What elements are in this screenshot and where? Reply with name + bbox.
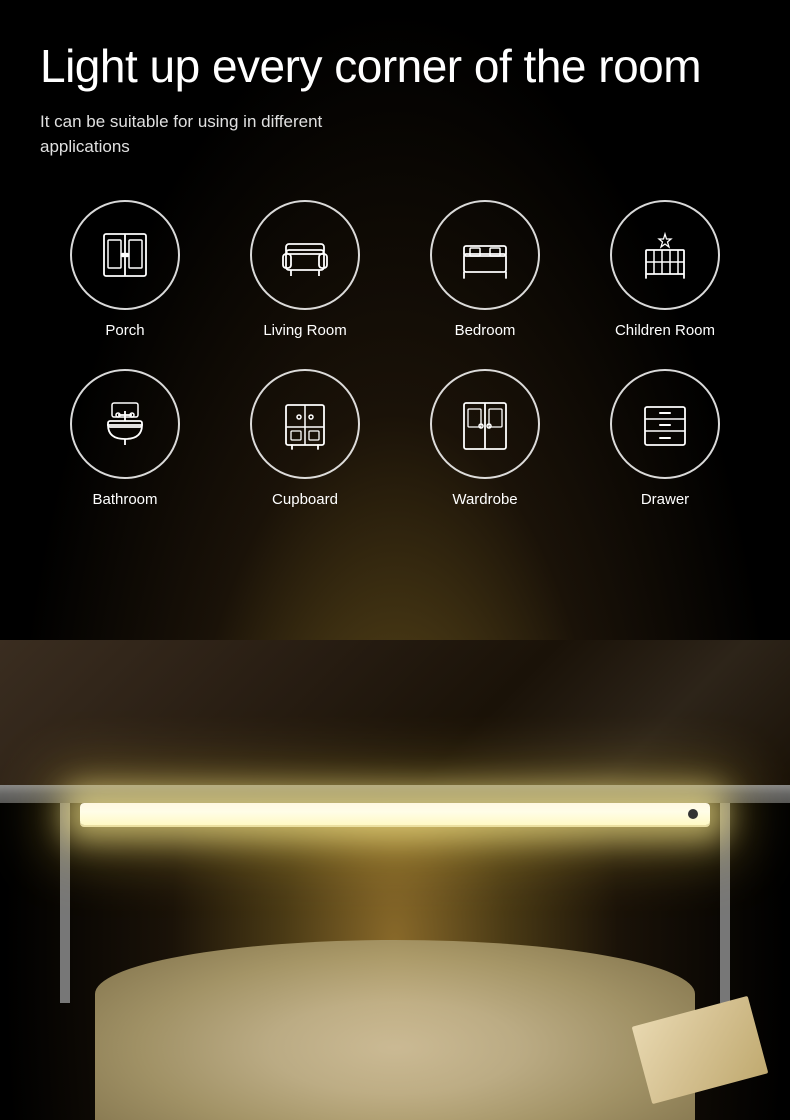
main-content: Light up every corner of the room It can… [0,0,790,508]
porch-icon [96,226,154,284]
porch-label: Porch [105,322,144,339]
bedroom-icon [456,226,514,284]
drawer-label: Drawer [641,491,689,508]
bedding [0,640,790,785]
children-room-icon [636,226,694,284]
bed-scene [0,640,790,1120]
wardrobe-icon [456,395,514,453]
icon-item-bathroom: Bathroom [40,369,210,508]
cupboard-label: Cupboard [272,491,338,508]
icon-item-drawer: Drawer [580,369,750,508]
cupboard-icon-circle [250,369,360,479]
bathroom-icon [96,395,154,453]
shelf [0,785,790,803]
porch-icon-circle [70,200,180,310]
icon-item-porch: Porch [40,200,210,339]
drawer-icon [636,395,694,453]
drawer-icon-circle [610,369,720,479]
living-room-icon [276,226,334,284]
icon-item-living-room: Living Room [220,200,390,339]
living-room-icon-circle [250,200,360,310]
children-room-label: Children Room [615,322,715,339]
shelf-leg-left [60,803,70,1003]
bathroom-icon-circle [70,369,180,479]
rug [95,940,695,1120]
shelf-leg-right [720,803,730,1003]
children-room-icon-circle [610,200,720,310]
main-title: Light up every corner of the room [40,40,750,93]
bathroom-label: Bathroom [92,491,157,508]
subtitle: It can be suitable for using in differen… [40,109,400,160]
bedroom-label: Bedroom [455,322,516,339]
icon-item-bedroom: Bedroom [400,200,570,339]
led-sensor [688,809,698,819]
icon-item-wardrobe: Wardrobe [400,369,570,508]
wardrobe-label: Wardrobe [452,491,517,508]
led-bar [80,803,710,825]
wardrobe-icon-circle [430,369,540,479]
bedroom-icon-circle [430,200,540,310]
cupboard-icon [276,395,334,453]
icons-grid: Porch Living Room [40,200,750,508]
icon-item-children-room: Children Room [580,200,750,339]
icon-item-cupboard: Cupboard [220,369,390,508]
living-room-label: Living Room [263,322,346,339]
